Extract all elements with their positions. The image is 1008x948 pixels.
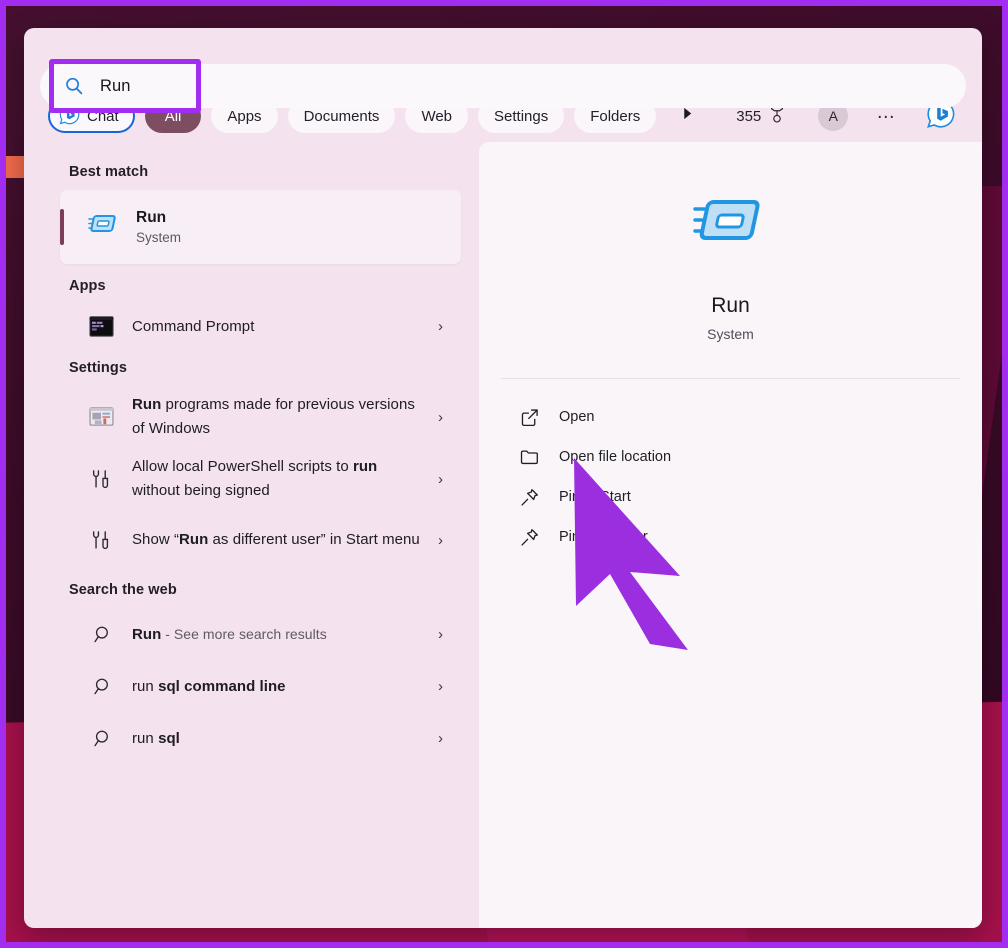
chevron-right-icon[interactable]: ›	[438, 678, 449, 695]
results-column: Best match	[24, 142, 479, 928]
desktop-background: Run Chat All	[6, 6, 1002, 942]
result-item-label: Command Prompt	[132, 314, 420, 339]
search-icon	[90, 673, 114, 699]
program-compatibility-icon	[88, 404, 114, 430]
action-open-file-location[interactable]: Open file location	[519, 437, 982, 477]
chevron-right-icon[interactable]: ›	[438, 532, 449, 549]
filter-pill-documents-label: Documents	[304, 108, 380, 125]
match-highlight: Run	[132, 626, 161, 643]
detail-title: Run	[711, 294, 750, 318]
action-pin-to-taskbar[interactable]: Pin to taskbar	[519, 517, 982, 557]
result-item-powershell-scripts[interactable]: Allow local PowerShell scripts to run wi…	[60, 448, 461, 510]
rewards-count: 355	[736, 108, 761, 125]
section-best-match-heading: Best match	[24, 150, 479, 190]
chevron-right-icon[interactable]: ›	[438, 471, 449, 488]
best-match-subtitle: System	[136, 228, 181, 247]
run-dialog-icon	[88, 212, 118, 243]
chevron-right-icon[interactable]: ›	[438, 626, 449, 643]
search-input[interactable]: Run	[40, 64, 966, 108]
avatar-initial: A	[829, 108, 838, 124]
filter-pill-web-label: Web	[421, 108, 452, 125]
action-label: Pin to Start	[559, 489, 631, 505]
result-item-pre: Allow local PowerShell scripts to	[132, 458, 353, 475]
search-bar-row: Run	[24, 28, 982, 90]
chevron-right-icon[interactable]: ›	[438, 318, 449, 335]
result-item-label: run sql	[132, 726, 420, 751]
match-highlight: Run	[179, 531, 208, 548]
pin-icon	[519, 527, 539, 547]
filter-pill-folders-label: Folders	[590, 108, 640, 125]
result-item-suffix: - See more search results	[161, 626, 326, 642]
result-item-label: run sql command line	[132, 674, 420, 699]
result-item-pre: Show “	[132, 531, 179, 548]
result-item-label: Allow local PowerShell scripts to run wi…	[132, 455, 420, 503]
result-item-run-as-different-user[interactable]: Show “Run as different user” in Start me…	[60, 510, 461, 570]
filter-chat-label: Chat	[87, 108, 119, 125]
filter-pill-apps-label: Apps	[227, 108, 261, 125]
filter-pill-all-label: All	[165, 108, 182, 125]
action-open[interactable]: Open	[519, 397, 982, 437]
command-prompt-icon	[88, 313, 114, 339]
result-item-pre: run	[132, 730, 158, 747]
chevron-right-filled-icon	[681, 106, 694, 126]
result-item-command-prompt[interactable]: Command Prompt ›	[60, 304, 461, 348]
result-item-label: Run programs made for previous versions …	[132, 393, 420, 441]
detail-pane: Run System	[479, 142, 982, 928]
search-icon	[90, 725, 114, 751]
result-item-label: Show “Run as different user” in Start me…	[132, 528, 420, 552]
result-item-web-run-sql[interactable]: run sql ›	[60, 712, 461, 764]
best-match-text: Run System	[136, 208, 181, 247]
result-item-label: Run - See more search results	[132, 622, 420, 647]
action-label: Open file location	[559, 449, 671, 465]
action-label: Open	[559, 409, 594, 425]
best-match-item-run[interactable]: Run System	[60, 190, 461, 264]
result-item-post: as different user” in Start menu	[208, 531, 419, 548]
result-item-web-run[interactable]: Run - See more search results ›	[60, 608, 461, 660]
detail-actions: Open Open file location	[479, 379, 982, 557]
best-match-title: Run	[136, 208, 181, 228]
result-item-rest: programs made for previous versions of W…	[132, 396, 415, 437]
open-external-icon	[519, 407, 539, 427]
tools-icon	[88, 527, 114, 553]
filter-pill-settings-label: Settings	[494, 108, 548, 125]
pin-icon	[519, 487, 539, 507]
result-item-run-compatibility[interactable]: Run programs made for previous versions …	[60, 386, 461, 448]
detail-subtitle: System	[707, 326, 754, 342]
search-body: Best match	[24, 142, 982, 928]
result-item-web-run-sql-command-line[interactable]: run sql command line ›	[60, 660, 461, 712]
match-highlight: run	[353, 458, 377, 475]
search-icon	[64, 76, 84, 96]
result-item-pre: run	[132, 678, 158, 695]
search-query-text: Run	[100, 77, 131, 96]
match-highlight: Run	[132, 396, 161, 413]
action-pin-to-start[interactable]: Pin to Start	[519, 477, 982, 517]
chevron-right-icon[interactable]: ›	[438, 730, 449, 747]
run-dialog-icon	[693, 190, 769, 260]
section-web-heading: Search the web	[24, 570, 479, 608]
section-settings-heading: Settings	[24, 348, 479, 386]
windows-search-flyout: Run Chat All	[24, 28, 982, 928]
tools-icon	[88, 466, 114, 492]
folder-icon	[519, 447, 539, 467]
chevron-right-icon[interactable]: ›	[438, 409, 449, 426]
action-label: Pin to taskbar	[559, 529, 648, 545]
section-apps-heading: Apps	[24, 264, 479, 304]
detail-hero: Run System	[479, 142, 982, 342]
search-box-wrapper: Run	[40, 64, 966, 108]
match-highlight: sql	[158, 730, 180, 747]
match-highlight: sql command line	[158, 678, 286, 695]
screenshot-frame: Run Chat All	[0, 0, 1008, 948]
search-icon	[90, 621, 114, 647]
result-item-post: without being signed	[132, 482, 270, 499]
